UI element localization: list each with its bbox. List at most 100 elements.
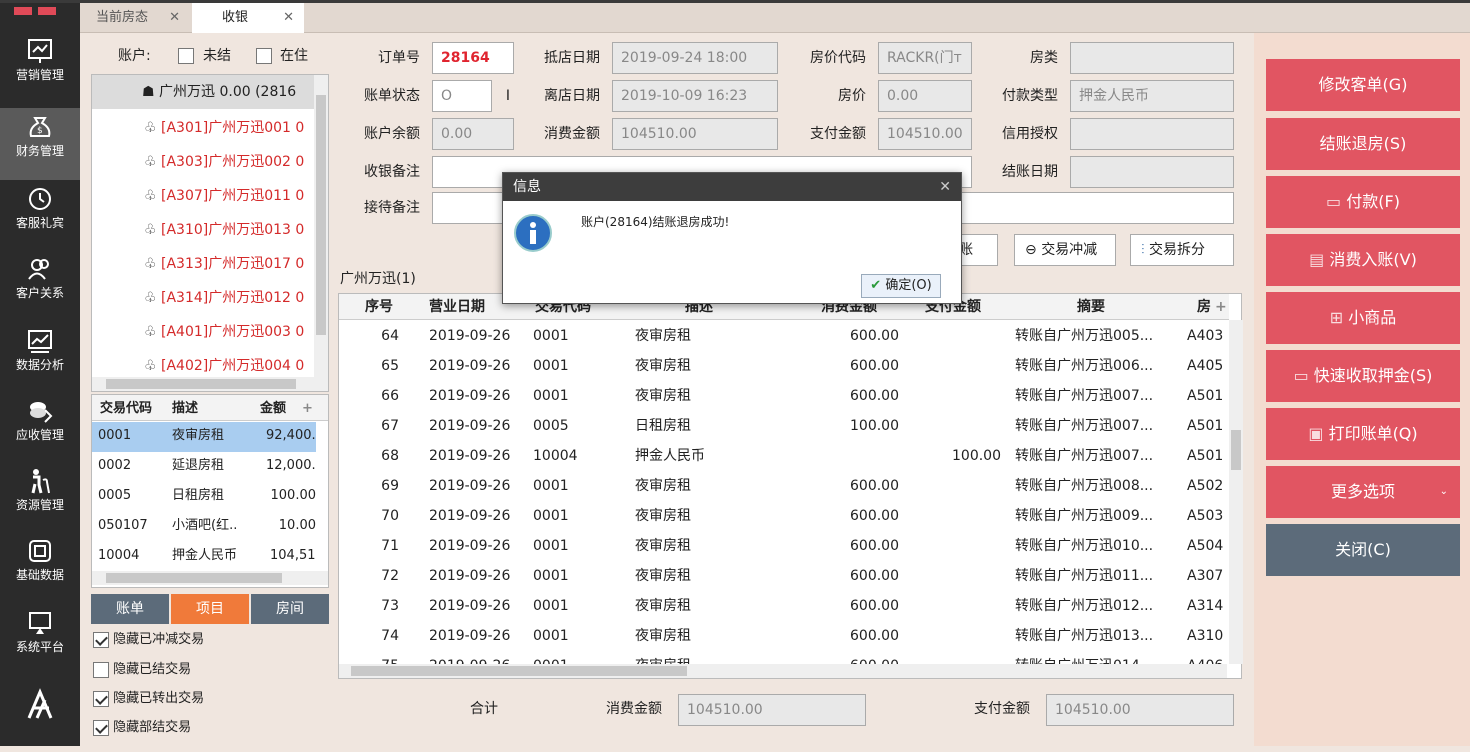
roomtype-field[interactable] <box>1070 42 1234 74</box>
balance-label: 账户余额 <box>364 126 420 142</box>
tree-child-node[interactable]: ♧ [A307]广州万迅011 0 <box>92 179 316 213</box>
ratecode-field[interactable]: RACKR(门т <box>878 42 972 74</box>
tree-root-node[interactable]: ☗ 广州万迅 0.00 (2816 <box>92 75 316 109</box>
tab-bill[interactable]: 账单 <box>91 594 169 624</box>
option-hide-settled[interactable]: 隐藏已结交易 <box>91 656 329 684</box>
payment-button[interactable]: ▭ 付款(F) <box>1266 176 1460 228</box>
tab-room-status[interactable]: 当前房态 ✕ <box>80 3 190 33</box>
close-icon[interactable]: ✕ <box>169 3 180 33</box>
order-number-field[interactable]: 28164 <box>432 42 514 74</box>
close-button[interactable]: 关闭(C) <box>1266 524 1460 576</box>
grid-horizontal-scrollbar[interactable] <box>339 664 1227 678</box>
nav-marketing[interactable]: 营销管理 <box>0 32 80 104</box>
split-button[interactable]: ⫶ 交易拆分 <box>1130 234 1234 266</box>
tree-vertical-scrollbar[interactable] <box>314 75 328 377</box>
rate-field[interactable]: 0.00 <box>878 80 972 112</box>
chart-board-icon <box>28 39 52 63</box>
unsettled-checkbox[interactable] <box>178 48 194 64</box>
check-icon: ✔ <box>870 278 882 293</box>
arrive-date-field[interactable]: 2019-09-24 18:00 <box>612 42 778 74</box>
paytype-field[interactable]: 押金人民币 <box>1070 80 1234 112</box>
tree-child-node[interactable]: ♧ [A313]广州万迅017 0 <box>92 247 316 281</box>
cell-desc: 日租房租 <box>172 488 225 503</box>
credit-field[interactable] <box>1070 118 1234 150</box>
post-charge-button[interactable]: ▤ 消费入账(V) <box>1266 234 1460 286</box>
modify-order-button[interactable]: 修改客单(G) <box>1266 59 1460 111</box>
checkbox[interactable] <box>93 690 109 707</box>
nav-crm[interactable]: 客户关系 <box>0 250 80 322</box>
grid-row[interactable]: 70 2019-09-26 0001 夜审房租 600.00 转账自广州万迅009... A… <box>339 501 1229 531</box>
grid-row[interactable]: 66 2019-09-26 0001 夜审房租 600.00 转账自广州万迅007... A… <box>339 381 1229 411</box>
nav-system[interactable]: 系统平台 <box>0 604 80 676</box>
grid-row[interactable]: 72 2019-09-26 0001 夜审房租 600.00 转账自广州万迅011... A… <box>339 561 1229 591</box>
tab-rooms[interactable]: 房间 <box>251 594 329 624</box>
ok-button[interactable]: ✔ 确定(O) <box>861 274 941 298</box>
grid-cell: 600.00 <box>850 328 899 344</box>
close-icon[interactable]: ✕ <box>939 173 951 201</box>
settle-date-field[interactable] <box>1070 156 1234 188</box>
footer-paid-field[interactable]: 104510.00 <box>1046 694 1234 726</box>
consume-field[interactable]: 104510.00 <box>612 118 778 150</box>
quick-deposit-button[interactable]: ▭ 快速收取押金(S) <box>1266 350 1460 402</box>
checkout-button[interactable]: 结账退房(S) <box>1266 118 1460 170</box>
grid-row[interactable]: 71 2019-09-26 0001 夜审房租 600.00 转账自广州万迅010... A… <box>339 531 1229 561</box>
tree-child-node[interactable]: ♧ [A303]广州万迅002 0 <box>92 145 316 179</box>
status-field[interactable]: O <box>432 80 492 112</box>
tree-child-node[interactable]: ♧ [A314]广州万迅012 0 <box>92 281 316 315</box>
tab-items[interactable]: 项目 <box>171 594 249 624</box>
table-row[interactable]: 10004 押金人民币 104,51... <box>92 542 316 572</box>
transaction-code-table: 交易代码 描述 金额 + 0001 夜审房租 92,400.... 0002 延退房租… <box>91 394 329 588</box>
grid-row[interactable]: 73 2019-09-26 0001 夜审房租 600.00 转账自广州万迅012... A… <box>339 591 1229 621</box>
grid-cell: 2019-09-26 <box>429 328 511 344</box>
nav-finance[interactable]: $ 财务管理 <box>0 108 80 180</box>
grid-cell: A501 <box>1187 388 1224 404</box>
nav-base-data[interactable]: 基础数据 <box>0 532 80 604</box>
tree-horizontal-scrollbar[interactable] <box>92 377 328 391</box>
grid-row[interactable]: 65 2019-09-26 0001 夜审房租 600.00 转账自广州万迅006... A… <box>339 351 1229 381</box>
grid-cell: 73 <box>381 598 399 614</box>
print-bill-button[interactable]: ▣ 打印账单(Q) <box>1266 408 1460 460</box>
nav-resources[interactable]: 资源管理 <box>0 462 80 534</box>
nav-analytics[interactable]: 数据分析 <box>0 322 80 394</box>
column-add-icon[interactable]: + <box>1215 294 1227 320</box>
offset-button[interactable]: ⊖ 交易冲减 <box>1014 234 1116 266</box>
tab-cashier[interactable]: 收银 ✕ <box>192 3 304 33</box>
grid-vertical-scrollbar[interactable] <box>1229 320 1243 664</box>
tab-bar: 当前房态 ✕ 收银 ✕ <box>80 3 1470 33</box>
nav-receivables[interactable]: 应收管理 <box>0 392 80 464</box>
column-add-icon[interactable]: + <box>302 395 313 423</box>
grid-cell: 转账自广州万迅010... <box>1015 538 1154 554</box>
rate-label: 房价 <box>838 88 866 104</box>
checkbox[interactable] <box>93 631 109 648</box>
nav-service[interactable]: 客服礼宾 <box>0 180 80 252</box>
checkbox[interactable] <box>93 719 109 736</box>
tree-child-node[interactable]: ♧ [A301]广州万迅001 0 <box>92 111 316 145</box>
cell-amount: 12,000.... <box>266 458 316 473</box>
table-row[interactable]: 0005 日租房租 100.00 <box>92 482 316 512</box>
option-hide-transferred[interactable]: 隐藏已转出交易 <box>91 685 329 713</box>
grid-row[interactable]: 74 2019-09-26 0001 夜审房租 600.00 转账自广州万迅013... A… <box>339 621 1229 651</box>
leave-date-field[interactable]: 2019-10-09 16:23 <box>612 80 778 112</box>
in-house-checkbox[interactable] <box>256 48 272 64</box>
paid-field[interactable]: 104510.00 <box>878 118 972 150</box>
grid-cell: 2019-09-26 <box>429 628 511 644</box>
grid-row[interactable]: 69 2019-09-26 0001 夜审房租 600.00 转账自广州万迅008... A… <box>339 471 1229 501</box>
table-row[interactable]: 0002 延退房租 12,000.... <box>92 452 316 482</box>
footer-consume-field[interactable]: 104510.00 <box>678 694 866 726</box>
option-hide-offset[interactable]: 隐藏已冲减交易 <box>91 626 329 654</box>
balance-field[interactable]: 0.00 <box>432 118 514 150</box>
table-row[interactable]: 0001 夜审房租 92,400.... <box>92 422 316 452</box>
tree-child-node[interactable]: ♧ [A310]广州万迅013 0 <box>92 213 316 247</box>
close-icon[interactable]: ✕ <box>283 3 294 33</box>
small-goods-button[interactable]: ⊞ 小商品 <box>1266 292 1460 344</box>
grid-row[interactable]: 67 2019-09-26 0005 日租房租 100.00 转账自广州万迅007... A… <box>339 411 1229 441</box>
checkbox[interactable] <box>93 661 109 678</box>
option-hide-partial[interactable]: 隐藏部结交易 <box>91 714 329 742</box>
table-horizontal-scrollbar[interactable] <box>92 571 328 585</box>
tree-child-node[interactable]: ♧ [A401]广州万迅003 0 <box>92 315 316 349</box>
more-options-button[interactable]: 更多选项 ⌄ <box>1266 466 1460 518</box>
grid-row[interactable]: 64 2019-09-26 0001 夜审房租 600.00 转账自广州万迅005... A… <box>339 321 1229 351</box>
grid-row[interactable]: 68 2019-09-26 10004 押金人民币 100.00 转账自广州万迅007..… <box>339 441 1229 471</box>
app-logo <box>14 3 66 29</box>
table-row[interactable]: 050107 小酒吧(红... 10.00 <box>92 512 316 542</box>
